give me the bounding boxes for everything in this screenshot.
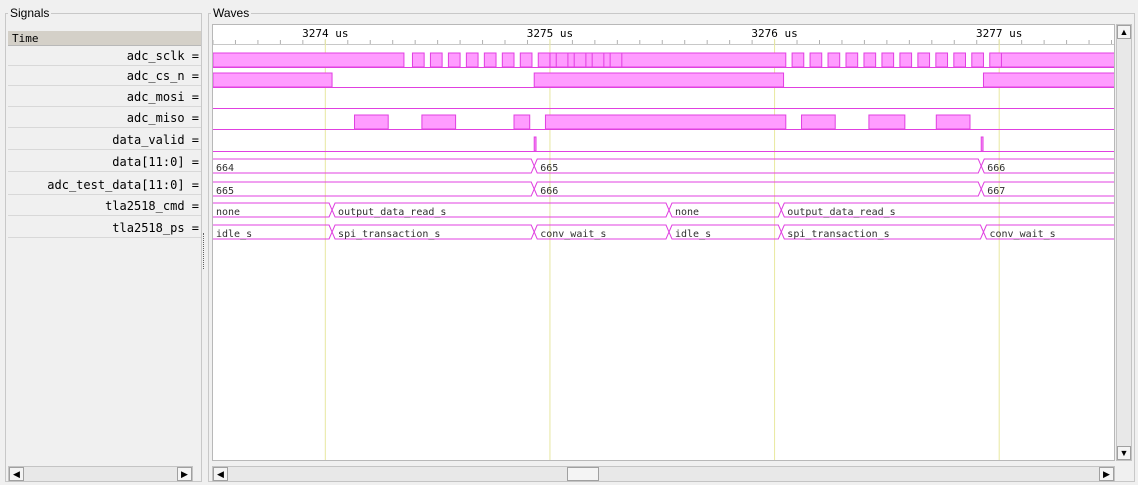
tla2518-ps-bus-value-label: spi_transaction_s [787,229,889,240]
data-valid-pulse [533,136,537,152]
adc-cs-n-high-segment [213,72,333,88]
waveform-viewer: Signals Time adc_sclk = adc_cs_n = adc_m… [0,0,1138,485]
adc-sclk-pulse [411,52,425,68]
time-header-label: Time [12,32,39,45]
arrow-right-icon[interactable]: ▶ [177,467,192,481]
arrow-left-icon[interactable]: ◀ [9,467,24,481]
data-bus-value-label: 665 [540,163,558,174]
waveform-canvas[interactable]: 3274 us 3275 us 3276 us 3277 us 664 665 666 665… [212,24,1115,461]
signal-list[interactable]: Time adc_sclk = adc_cs_n = adc_mosi = ad… [8,20,201,461]
adc-sclk-pulse [609,52,623,68]
time-tick-label: 3274 us [302,27,348,40]
adc-sclk-pulse [935,52,949,68]
time-header: Time [8,31,201,46]
adc-sclk-pulse [573,52,587,68]
arrow-right-icon[interactable]: ▶ [1099,467,1114,481]
adc-test-data-bus-value-label: 665 [216,186,234,197]
panel-splitter-grip[interactable] [203,233,205,269]
data-bus-value-label: 664 [216,163,234,174]
adc-sclk-pulse [917,52,931,68]
signal-row-adc-mosi[interactable]: adc_mosi = [8,87,201,107]
adc-sclk-pulse [447,52,461,68]
arrow-up-icon[interactable]: ▲ [1117,25,1131,39]
data-valid-pulse [980,136,984,152]
tla2518-cmd-bus-value-label: none [216,207,240,218]
time-tick-label: 3276 us [751,27,797,40]
waveform-plot[interactable]: 3274 us 3275 us 3276 us 3277 us 664 665 666 665… [213,25,1115,461]
adc-sclk-pulse [483,52,497,68]
signal-row-adc-cs-n[interactable]: adc_cs_n = [8,66,201,86]
adc-miso-high-segment [421,114,457,130]
tla2518-cmd-bus-value-label: output_data_read_s [338,207,446,218]
tla2518-ps-bus-value-label: spi_transaction_s [338,229,440,240]
adc-sclk-pulse [465,52,479,68]
signals-panel-title: Signals [8,6,52,20]
tla2518-cmd-bus-value-label: output_data_read_s [787,207,895,218]
signal-row-adc-sclk[interactable]: adc_sclk = [8,46,201,66]
adc-test-data-bus-segment [213,181,535,197]
tla2518-cmd-bus-value-label: none [675,207,699,218]
arrow-left-icon[interactable]: ◀ [213,467,228,481]
adc-sclk-pulse [791,52,805,68]
scroll-thumb[interactable] [567,467,599,481]
adc-sclk-pulse [989,52,1002,68]
adc-sclk-pulse [953,52,966,68]
adc-sclk-pulse [591,52,605,68]
signal-name: tla2518_ps = [112,221,199,235]
adc-sclk-pulse [899,52,913,68]
adc-sclk-high-segment [213,52,405,68]
signal-row-adc-test-data[interactable]: adc_test_data[11:0] = [8,175,201,195]
adc-sclk-high-segment [996,52,1114,68]
adc-sclk-pulse [827,52,841,68]
signal-row-tla2518-cmd[interactable]: tla2518_cmd = [8,196,201,216]
adc-miso-high-segment [544,114,787,130]
signal-row-data-valid[interactable]: data_valid = [8,130,201,150]
adc-sclk-pulse [863,52,877,68]
signal-name: data_valid = [112,133,199,147]
adc-sclk-pulse [555,52,569,68]
adc-sclk-pulse [971,52,984,68]
adc-miso-high-segment [354,114,389,130]
adc-miso-high-segment [801,114,836,130]
signal-row-adc-miso[interactable]: adc_miso = [8,108,201,128]
adc-sclk-pulse [845,52,859,68]
data-bus-segment [213,158,535,174]
signal-name: tla2518_cmd = [105,199,199,213]
waves-vertical-scrollbar[interactable]: ▲ ▼ [1116,24,1132,461]
waves-panel-title: Waves [211,6,252,20]
adc-cs-n-high-segment [982,72,1114,88]
tla2518-ps-bus-value-label: idle_s [216,229,252,240]
adc-cs-n-high-segment [533,72,785,88]
waves-horizontal-scrollbar[interactable]: ◀ ▶ [212,466,1115,482]
signal-name: adc_test_data[11:0] = [47,178,199,192]
adc-test-data-bus-value-label: 667 [987,186,1005,197]
adc-sclk-pulse [429,52,443,68]
signal-name: adc_cs_n = [126,69,199,83]
adc-miso-high-segment [513,114,531,130]
adc-test-data-bus-value-label: 666 [540,186,558,197]
signal-name: adc_miso = [126,111,199,125]
adc-sclk-pulse [809,52,823,68]
tla2518-ps-bus-value-label: conv_wait_s [540,229,606,240]
adc-sclk-pulse [537,52,551,68]
signal-name: data[11:0] = [112,155,199,169]
arrow-down-icon[interactable]: ▼ [1117,446,1131,460]
adc-miso-high-segment [935,114,971,130]
signal-name: adc_mosi = [126,90,199,104]
signals-horizontal-scrollbar[interactable]: ◀ ▶ [8,466,193,482]
adc-sclk-pulse [881,52,895,68]
adc-test-data-bus-segment [533,181,982,197]
time-tick-label: 3275 us [527,27,573,40]
adc-miso-high-segment [868,114,906,130]
data-bus-segment [533,158,982,174]
signal-row-tla2518-ps[interactable]: tla2518_ps = [8,218,201,238]
time-tick-label: 3277 us [976,27,1022,40]
tla2518-ps-bus-value-label: conv_wait_s [989,229,1055,240]
data-bus-value-label: 666 [987,163,1005,174]
adc-sclk-pulse [501,52,515,68]
adc-sclk-pulse [519,52,533,68]
signal-name: adc_sclk = [126,49,199,63]
tla2518-ps-bus-value-label: idle_s [675,229,711,240]
signal-row-data[interactable]: data[11:0] = [8,152,201,172]
